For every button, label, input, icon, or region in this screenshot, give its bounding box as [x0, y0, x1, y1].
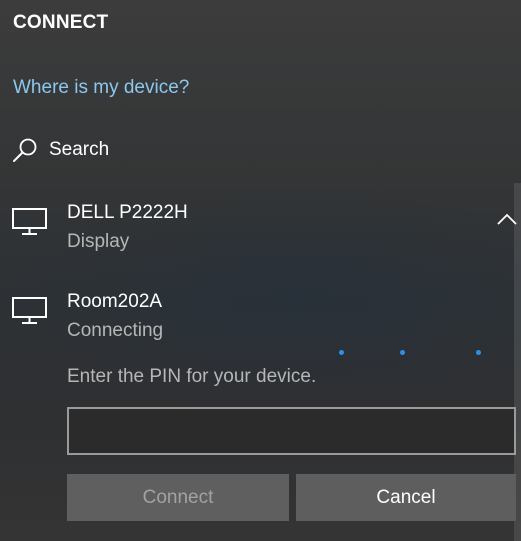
panel-title: CONNECT	[13, 12, 109, 33]
pin-prompt: Enter the PIN for your device.	[67, 366, 317, 387]
connect-panel: CONNECT Where is my device? Search DELL …	[0, 0, 521, 541]
device-status: Display	[67, 231, 130, 252]
connect-button[interactable]: Connect	[67, 474, 289, 521]
device-name: Room202A	[67, 291, 163, 312]
where-is-my-device-link[interactable]: Where is my device?	[13, 77, 189, 99]
chevron-up-icon[interactable]	[497, 212, 517, 230]
search-button[interactable]: Search	[12, 136, 109, 164]
progress-dot	[400, 350, 405, 355]
monitor-icon	[12, 297, 48, 330]
monitor-icon	[12, 208, 48, 241]
cancel-button[interactable]: Cancel	[296, 474, 516, 521]
pin-input[interactable]	[67, 407, 516, 455]
progress-dot	[339, 350, 344, 355]
device-item-dell-p2222h[interactable]: DELL P2222H Display	[0, 196, 514, 266]
device-status: Connecting	[67, 320, 164, 341]
search-icon	[12, 137, 38, 163]
device-name: DELL P2222H	[67, 202, 188, 223]
progress-dot	[476, 350, 481, 355]
search-label: Search	[49, 139, 110, 160]
